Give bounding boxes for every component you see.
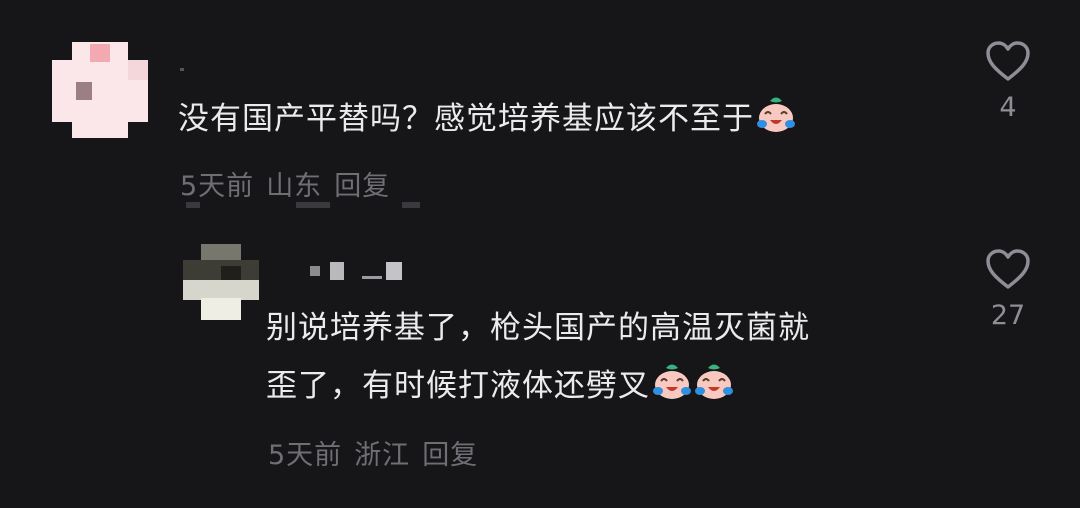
comment-meta: 5天前 山东 回复 <box>180 164 402 203</box>
heart-outline-icon <box>986 249 1030 289</box>
smudge <box>186 202 200 208</box>
username-redacted <box>180 68 184 71</box>
like-button[interactable]: 27 <box>973 248 1043 331</box>
username-redacted <box>330 262 344 280</box>
user-avatar[interactable] <box>52 42 148 138</box>
comment-body: 别说培养基了，枪头国产的高温灭菌就 歪了，有时候打液体还劈叉 <box>266 299 810 415</box>
username-redacted <box>310 266 320 276</box>
like-button[interactable]: 4 <box>973 40 1043 123</box>
username-redacted <box>362 276 382 279</box>
smudge <box>296 202 330 208</box>
comment-text: 没有国产平替吗？感觉培养基应该不至于 <box>178 101 754 137</box>
comment-time: 5天前 <box>180 171 255 202</box>
heart-outline-icon <box>986 41 1030 81</box>
like-count: 4 <box>999 92 1017 123</box>
crying-laughing-emoji-icon <box>757 97 795 132</box>
comment-body: 没有国产平替吗？感觉培养基应该不至于 <box>178 90 796 148</box>
comment-meta: 5天前 浙江 回复 <box>268 433 490 472</box>
reply-button[interactable]: 回复 <box>334 171 390 202</box>
crying-laughing-emoji-icon <box>695 364 733 399</box>
user-avatar[interactable] <box>183 244 259 320</box>
username-redacted <box>386 262 402 280</box>
like-count: 27 <box>990 300 1026 331</box>
comment-time: 5天前 <box>268 440 343 471</box>
smudge <box>402 202 420 208</box>
comment-text-line: 别说培养基了，枪头国产的高温灭菌就 <box>266 310 810 346</box>
crying-laughing-emoji-icon <box>653 364 691 399</box>
comment-text-line: 歪了，有时候打液体还劈叉 <box>266 368 650 404</box>
comment-location: 山东 <box>266 171 323 202</box>
reply-button[interactable]: 回复 <box>422 440 478 471</box>
comment-location: 浙江 <box>354 440 411 471</box>
comment-thread: 没有国产平替吗？感觉培养基应该不至于 5天前 山东 回复 4 别说培养基了，枪头国产 <box>0 0 1080 508</box>
